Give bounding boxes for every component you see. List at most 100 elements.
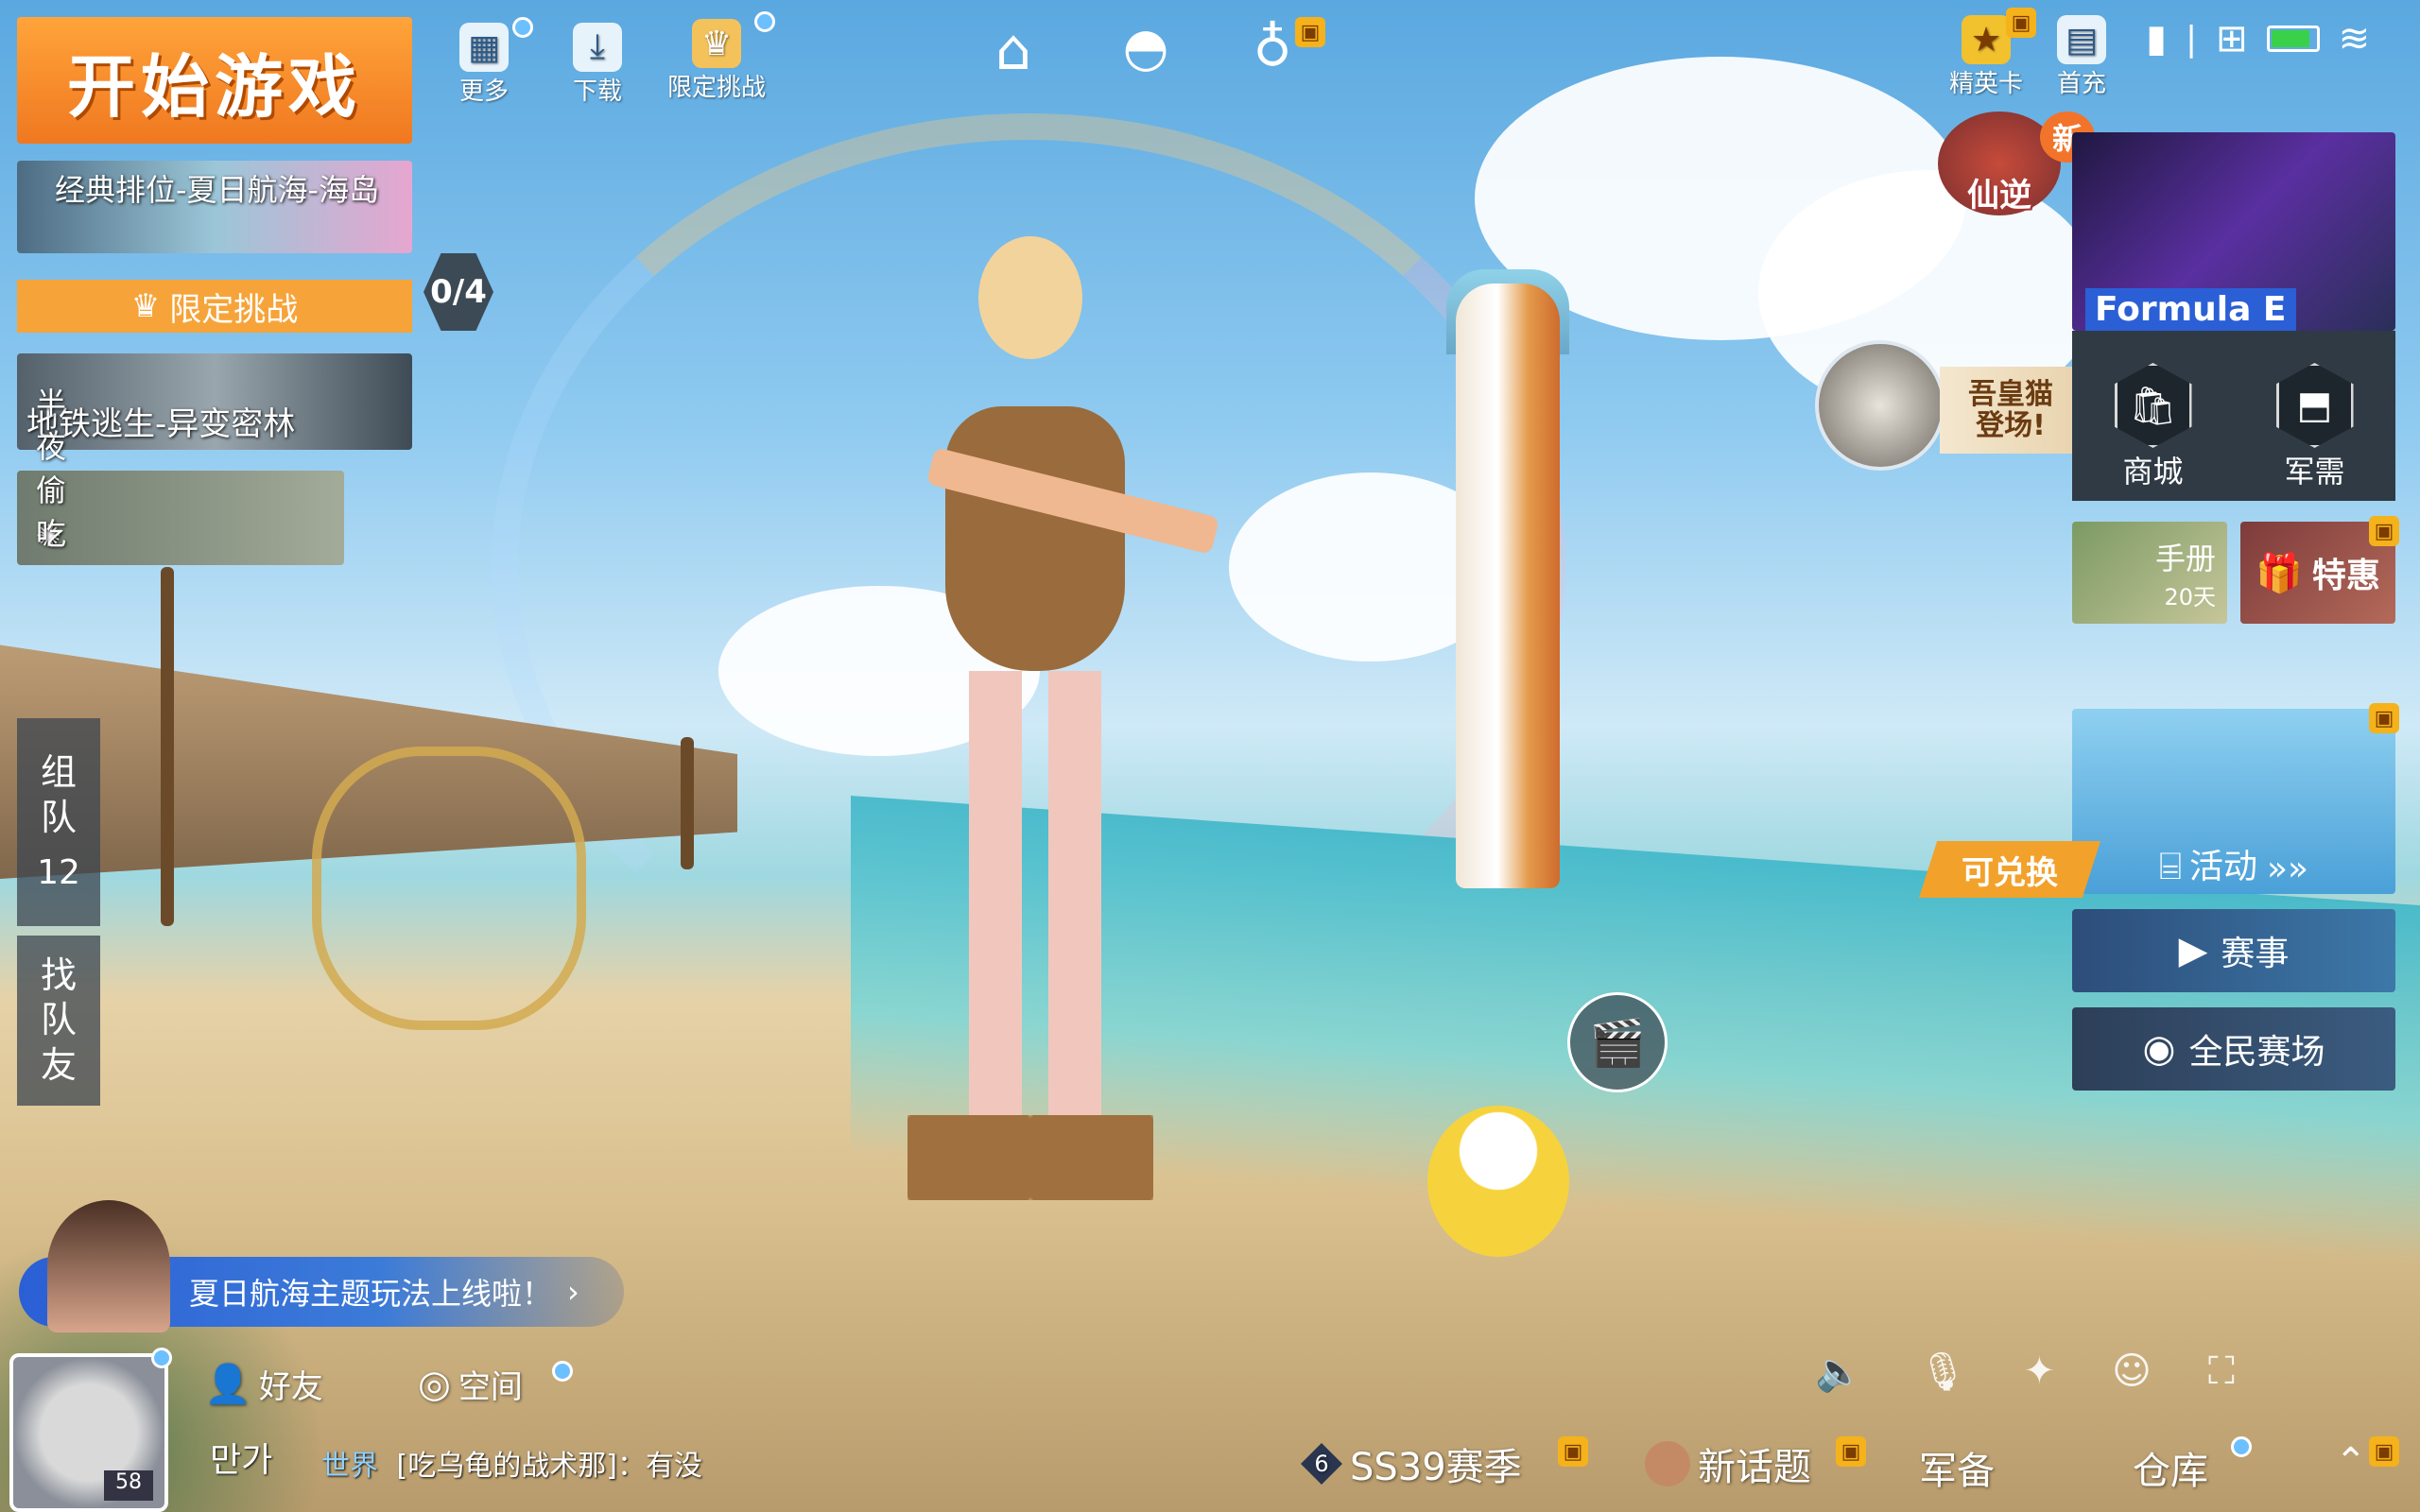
arena-label: 全民赛场 <box>2188 1033 2325 1072</box>
speaker-icon[interactable]: 🔈 <box>1815 1349 1862 1394</box>
level-badge: 58 <box>104 1470 153 1501</box>
plus-box-icon: ⊞ <box>2216 17 2248 60</box>
shop-button[interactable]: 🛍 商城 <box>2114 363 2192 491</box>
chat-text: [吃乌龟的战术那]：有没 <box>396 1450 702 1483</box>
xianni-label: 仙逆 <box>1967 177 2031 215</box>
equipment-button[interactable]: 军备 <box>1919 1440 1995 1495</box>
recharge-icon: ▤ <box>2057 15 2106 64</box>
crown-icon: ♛ <box>692 19 741 68</box>
bicycle <box>312 747 586 1030</box>
manual-button[interactable]: 手册 20天 <box>2072 522 2227 624</box>
news-character-portrait <box>47 1200 170 1332</box>
space-button[interactable]: ◎ 空间 <box>418 1361 523 1407</box>
download-button[interactable]: ⤓ 下载 <box>573 23 622 107</box>
topic-avatar <box>1645 1441 1690 1486</box>
formula-e-banner[interactable]: Formula E <box>2072 132 2395 355</box>
crate-icon: ⬒ <box>2275 363 2354 448</box>
arena-button[interactable]: ◉ 全民赛场 <box>2072 1007 2395 1091</box>
limited-label: 限定挑战 <box>667 74 767 102</box>
character-head <box>978 236 1082 359</box>
character-legs <box>969 671 1101 1125</box>
lighthouse <box>1456 284 1560 888</box>
fullscreen-icon[interactable]: ⛶ <box>2208 1349 2235 1394</box>
notification-dot <box>754 11 775 32</box>
limited-btn-label: 限定挑战 <box>169 290 299 329</box>
new-topic-button[interactable]: 新话题 <box>1645 1436 1811 1491</box>
mode-card-metro[interactable]: 地铁逃生-异变密林 <box>17 353 412 450</box>
gift-icon: ▣ <box>2006 8 2036 38</box>
gift-icon: ▣ <box>1295 17 1325 47</box>
supply-button[interactable]: ⬒ 军需 <box>2275 363 2354 491</box>
download-label: 下载 <box>573 77 623 106</box>
battery-icon <box>2266 26 2320 52</box>
gift-icon: ▣ <box>1558 1436 1588 1467</box>
gift-icon: ▣ <box>2369 703 2399 733</box>
season-button[interactable]: 6 SS39赛季 <box>1301 1436 1522 1491</box>
tv-icon: ▶ <box>2178 929 2208 972</box>
team-tab[interactable]: 组 队 12 <box>17 718 100 926</box>
home-icon[interactable]: ⌂ <box>976 17 1051 83</box>
find-teammate-label: 找 队 友 <box>40 954 77 1086</box>
chevron-right-icon: › <box>567 1274 579 1310</box>
season-rank: 6 <box>1301 1443 1342 1485</box>
palm-tree <box>681 737 694 869</box>
limited-challenge-button[interactable]: ♛ 限定挑战 <box>17 280 412 333</box>
tv-icon: ⌸ <box>2158 845 2182 888</box>
start-game-button[interactable]: 开始游戏 <box>17 17 412 144</box>
warehouse-button[interactable]: 仓库 <box>2133 1440 2208 1495</box>
news-text: 夏日航海主题玩法上线啦！ <box>189 1276 553 1312</box>
mode-card-classic[interactable]: 经典排位-夏日航海-海岛 <box>17 161 412 253</box>
mode-metro-label: 地铁逃生-异变密林 <box>26 405 296 443</box>
divider: | <box>2186 19 2198 59</box>
helmet-icon[interactable]: ◓ <box>1108 17 1184 83</box>
grid-icon: ▦ <box>459 23 509 72</box>
character-body <box>945 406 1125 671</box>
download-icon: ⤓ <box>573 23 622 72</box>
mode-classic-label: 经典排位-夏日航海-海岛 <box>55 172 380 208</box>
match-button[interactable]: ▶ 赛事 <box>2072 909 2395 992</box>
gift-icon: ▣ <box>2369 1436 2399 1467</box>
cat-promo-label[interactable]: 吾皇猫 登场! <box>1940 367 2082 454</box>
microphone-icon[interactable]: 🎙 <box>1919 1349 1967 1394</box>
wifi-icon: ≋ <box>2338 17 2371 60</box>
shop-panel: 🛍 商城 ⬒ 军需 <box>2072 331 2395 501</box>
friends-icon: 👤 <box>204 1363 251 1406</box>
gift-icon: ▣ <box>1836 1436 1866 1467</box>
gift-box-icon: 🎁 <box>2256 551 2303 595</box>
manual-label: 手册 <box>2154 540 2216 576</box>
elite-label: 精英卡 <box>1949 70 2024 98</box>
battery-fill <box>2271 30 2309 47</box>
first-recharge-label: 首充 <box>2057 70 2107 98</box>
cat-promo-avatar[interactable] <box>1815 340 1945 471</box>
more-button[interactable]: ▦ 更多 <box>459 17 533 107</box>
friends-button[interactable]: 👤 好友 <box>204 1361 323 1407</box>
gift-icon: ▣ <box>2369 516 2399 546</box>
season-label: SS39赛季 <box>1350 1446 1522 1489</box>
warehouse-label: 仓库 <box>2133 1450 2208 1493</box>
expand-up-icon[interactable]: ⌃ <box>2335 1440 2367 1484</box>
shopping-bag-icon: 🛍 <box>2114 363 2192 448</box>
limited-challenge-top-button[interactable]: ♛ 限定挑战 <box>667 11 775 103</box>
topic-label: 新话题 <box>1698 1446 1811 1489</box>
notification-dot <box>151 1348 172 1368</box>
mode-card-midnight[interactable]: ✺ 半夜偷吃 <box>17 386 344 565</box>
status-bar: ▮ | ⊞ ≋ <box>2146 17 2370 60</box>
manual-days: 20天 <box>2164 583 2216 610</box>
first-recharge-button[interactable]: ▤ 首充 <box>2057 15 2106 99</box>
emote-icon[interactable]: ☺ <box>2112 1349 2152 1394</box>
space-icon: ◎ <box>418 1362 451 1406</box>
exchange-badge[interactable]: 可兑换 <box>1919 841 2100 898</box>
world-chat[interactable]: 世界 [吃乌龟的战术那]：有没 <box>321 1442 702 1484</box>
player-character <box>889 236 1220 1257</box>
wand-icon[interactable]: ✦ <box>2024 1349 2056 1394</box>
friends-label: 好友 <box>258 1368 323 1406</box>
clapperboard-button[interactable]: 🎬 <box>1567 992 1668 1092</box>
notification-dot <box>512 17 533 38</box>
chat-channel: 世界 <box>321 1450 378 1483</box>
activity-banner[interactable]: ⌸ 活动 »» <box>2072 709 2395 894</box>
character-slippers <box>908 1115 1153 1200</box>
more-label: 更多 <box>459 77 510 106</box>
special-label: 特惠 <box>2311 557 2380 595</box>
team-label: 组 队 <box>40 751 77 838</box>
find-teammate-tab[interactable]: 找 队 友 <box>17 936 100 1106</box>
